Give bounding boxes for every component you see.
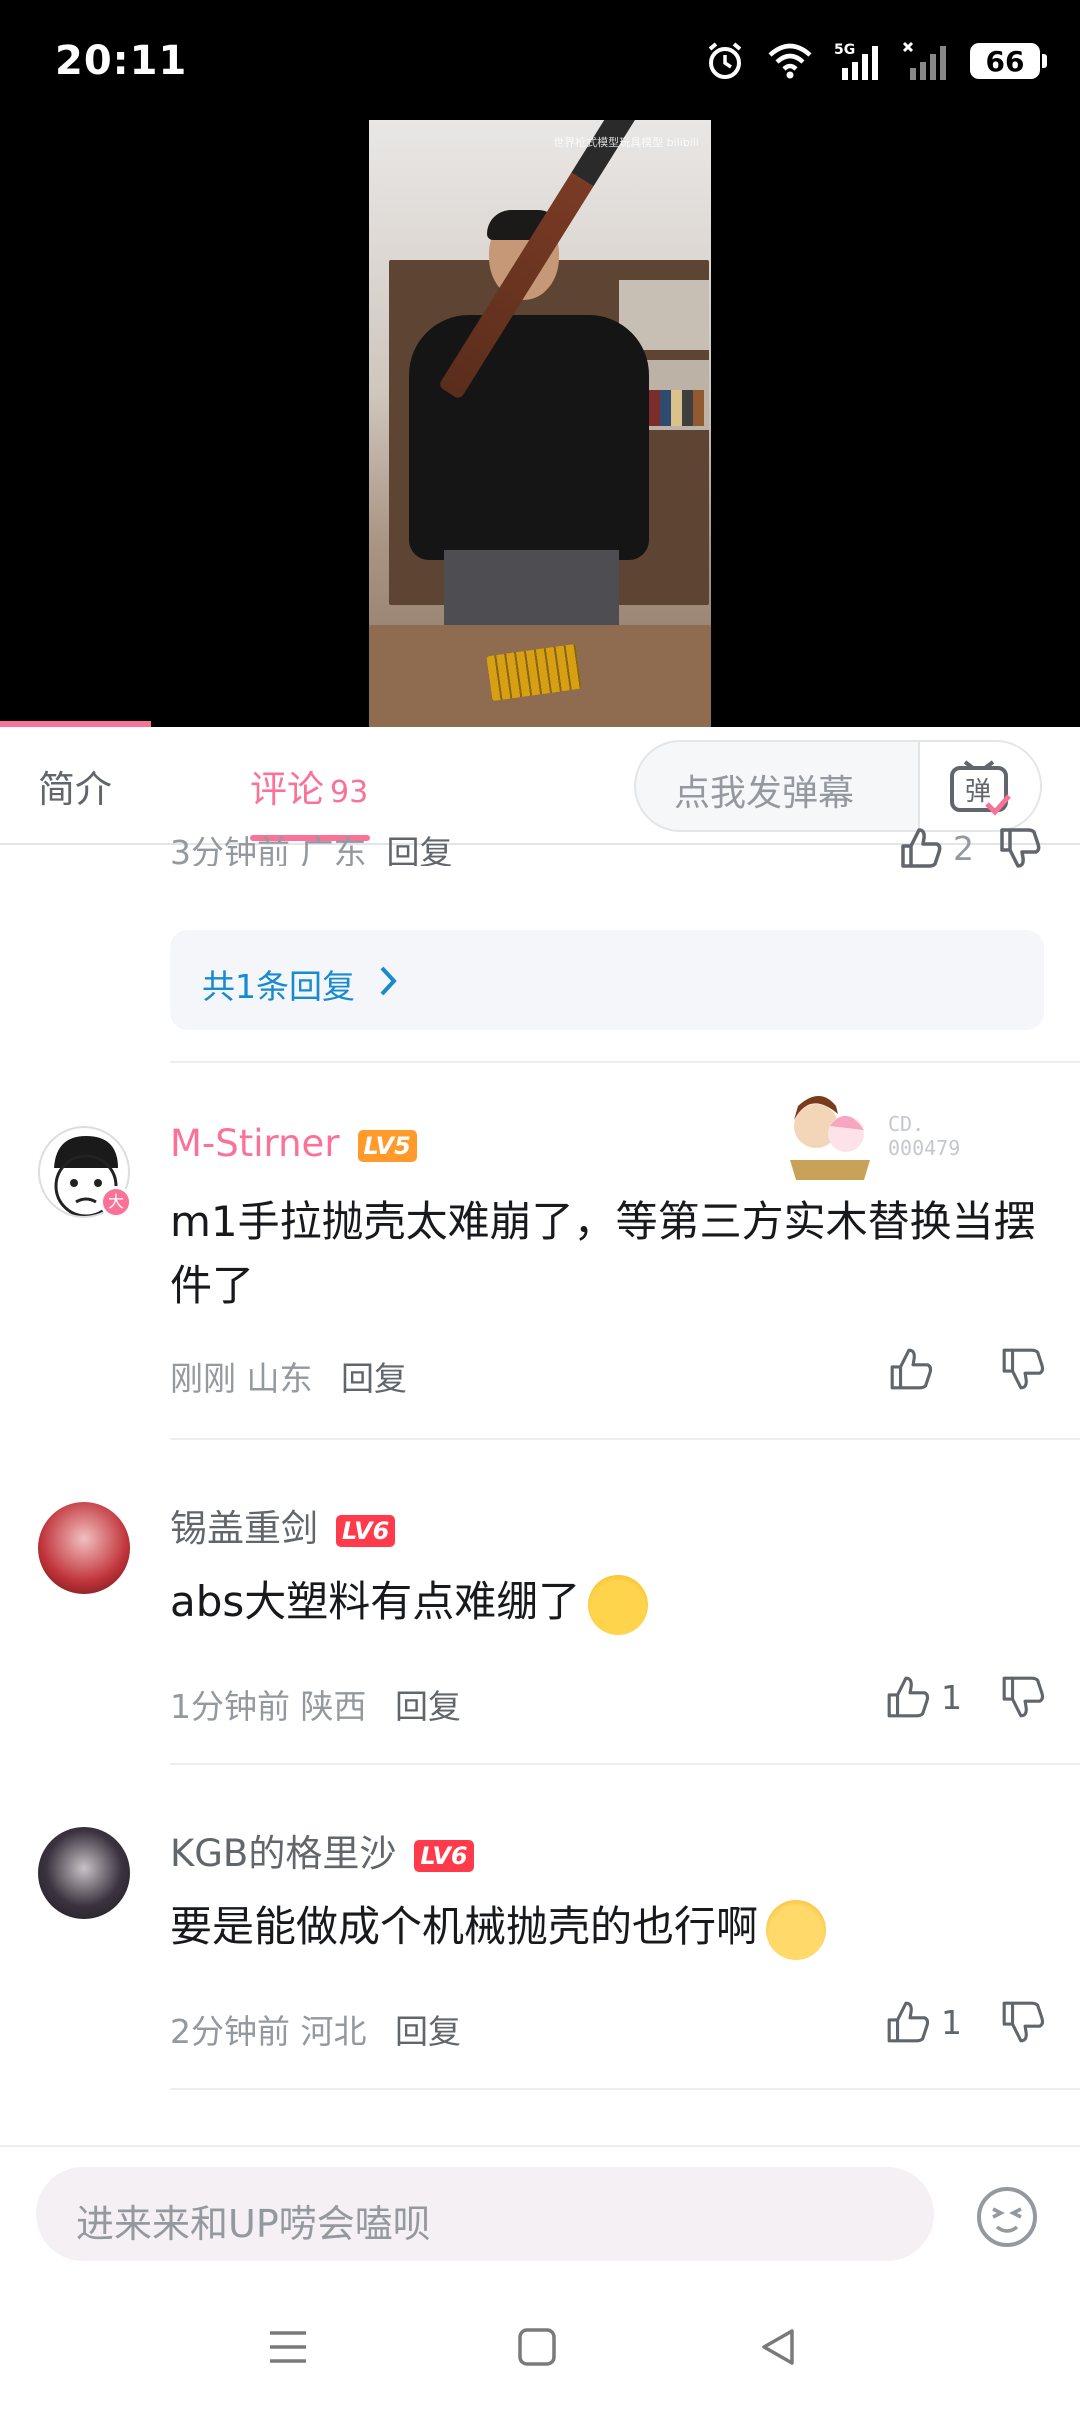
reply-button[interactable]: 回复: [341, 1359, 407, 1398]
comment-divider: [170, 1061, 1080, 1063]
danmaku-input[interactable]: 点我发弹幕 弹: [634, 740, 1042, 832]
tab-intro[interactable]: 简介: [38, 759, 112, 813]
reply-button[interactable]: 回复: [395, 1687, 461, 1726]
thumb-down-icon[interactable]: [998, 826, 1042, 870]
video-person: [409, 315, 649, 560]
previous-comment-actions: 2: [899, 826, 1042, 870]
like-count: 1: [941, 1677, 962, 1717]
status-icons: 5G 66: [704, 36, 1047, 86]
tab-comments-count: 93: [330, 775, 369, 810]
tab-comments-label: 评论: [250, 768, 324, 811]
chevron-right-icon: [380, 966, 397, 996]
back-triangle-icon[interactable]: [756, 2325, 800, 2369]
signal-5g-icon: 5G: [834, 42, 878, 80]
battery-icon: 66: [970, 43, 1047, 79]
comment-time: 刚刚: [170, 1359, 236, 1398]
level-badge: LV6: [336, 1514, 396, 1547]
comment-input[interactable]: 进来来和UP唠会嗑呗: [36, 2167, 934, 2261]
thumb-up-icon: [887, 1676, 930, 1718]
like-count: 1: [941, 2002, 962, 2042]
alarm-icon: [708, 42, 742, 79]
avatar[interactable]: [38, 1502, 130, 1594]
comment-actions: [888, 1346, 1046, 1392]
previous-like-button[interactable]: 2: [899, 826, 974, 870]
comment-location: 山东: [246, 1359, 313, 1398]
comment-time: 2分钟前: [170, 2012, 290, 2051]
menu-icon[interactable]: [266, 2325, 310, 2369]
comment-item: KGB的格里沙 LV6 要是能做成个机械抛壳的也行啊 2分钟前 河北 回复 1: [0, 1765, 1080, 2095]
comment-username[interactable]: KGB的格里沙 LV6: [170, 1823, 474, 1877]
comment-text: 要是能做成个机械抛壳的也行啊: [170, 1895, 1040, 1960]
comment-text: abs大塑料有点难绷了: [170, 1570, 1040, 1635]
comment-meta: 刚刚 山东 回复: [170, 1352, 407, 1400]
fan-badge-card[interactable]: CD. 000479: [780, 1080, 1000, 1186]
like-button[interactable]: 1: [885, 1999, 962, 2045]
comment-actions: 1: [885, 1674, 1046, 1720]
signal-no-sim-icon: [902, 41, 946, 80]
thumb-down-icon[interactable]: [1000, 1999, 1046, 2045]
previous-comment-meta: 3分钟前 广东 回复: [170, 826, 453, 866]
comment-location: 陕西: [300, 1687, 367, 1726]
thumb-down-icon[interactable]: [1000, 1674, 1046, 1720]
comment-meta: 1分钟前 陕西 回复: [170, 1680, 461, 1728]
comment-input-placeholder: 进来来和UP唠会嗑呗: [76, 2202, 431, 2246]
level-badge: LV5: [357, 1129, 417, 1162]
emoji-picker-icon[interactable]: [975, 2185, 1039, 2249]
fold-replies-button[interactable]: 共1条回复: [170, 930, 1044, 1030]
thumb-down-icon[interactable]: [1000, 1346, 1046, 1392]
previous-reply-button[interactable]: 回复: [387, 833, 453, 866]
svg-text:5G: 5G: [834, 42, 855, 58]
like-button[interactable]: 1: [885, 1674, 962, 1720]
thumb-up-icon: [887, 2001, 930, 2043]
fan-badge-character-icon: [790, 1096, 870, 1180]
comment-location: 河北: [300, 2012, 367, 2051]
tab-comments[interactable]: 评论 93: [250, 759, 368, 813]
crying-laugh-emoji-icon: [588, 1574, 649, 1635]
svg-text:弹: 弹: [965, 777, 991, 807]
danmaku-toggle-button[interactable]: 弹: [918, 742, 1040, 830]
previous-like-count: 2: [953, 828, 974, 868]
comment-meta: 2分钟前 河北 回复: [170, 2005, 461, 2053]
video-player-area[interactable]: 20:11 5G 66 世界枪式模型玩具模型 bilibili: [0, 0, 1080, 727]
thumb-up-icon[interactable]: [888, 1346, 934, 1392]
avatar[interactable]: [38, 1827, 130, 1919]
comment-composer: 进来来和UP唠会嗑呗: [0, 2145, 1080, 2285]
comment-item: 锡盖重剑 LV6 abs大塑料有点难绷了 1分钟前 陕西 回复 1: [0, 1440, 1080, 1760]
comment-divider: [170, 2088, 1080, 2090]
danmaku-toggle-icon: 弹: [950, 760, 1011, 816]
fan-badge-id: CD. 000479: [888, 1112, 961, 1160]
laughing-emoji-icon: [766, 1899, 827, 1960]
comment-actions: 1: [885, 1999, 1046, 2045]
comment-time: 1分钟前: [170, 1687, 290, 1726]
vip-badge: 大: [100, 1186, 132, 1218]
danmaku-placeholder: 点我发弹幕: [674, 773, 855, 814]
comment-text: m1手拉抛壳太难崩了，等第三方实木替换当摆件了: [170, 1197, 1036, 1310]
level-badge: LV6: [414, 1839, 474, 1872]
reply-button[interactable]: 回复: [395, 2012, 461, 2051]
video-frame[interactable]: 世界枪式模型玩具模型 bilibili: [369, 120, 711, 727]
system-navigation-bar: [0, 2285, 1080, 2414]
comment-username[interactable]: M-Stirner LV5: [170, 1122, 417, 1165]
comment-username[interactable]: 锡盖重剑 LV6: [170, 1498, 396, 1552]
wifi-icon: [768, 43, 812, 79]
video-watermark: 世界枪式模型玩具模型 bilibili: [553, 136, 699, 149]
home-square-icon[interactable]: [515, 2325, 559, 2369]
status-time: 20:11: [55, 38, 188, 84]
thumb-up-icon: [901, 828, 942, 868]
fold-replies-label: 共1条回复: [202, 967, 355, 1006]
